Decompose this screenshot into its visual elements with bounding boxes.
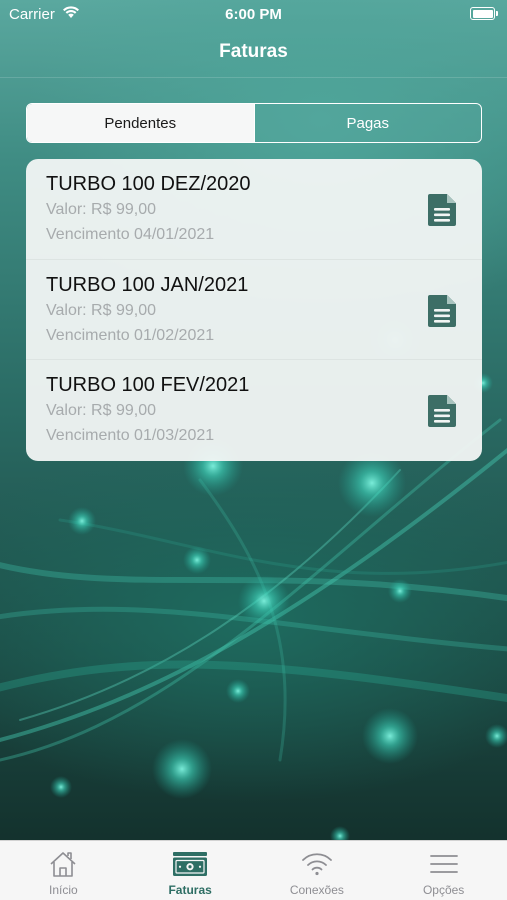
invoice-name: TURBO 100 FEV/2021 <box>46 374 250 397</box>
tab-opcoes[interactable]: Opções <box>380 841 507 900</box>
invoice-name: TURBO 100 JAN/2021 <box>46 273 249 296</box>
page-title: Faturas <box>219 41 288 62</box>
invoice-value: Valor: R$ 99,00 <box>46 402 156 420</box>
clock-time: 6:00 PM <box>225 6 282 23</box>
invoice-value: Valor: R$ 99,00 <box>46 201 156 218</box>
segment-pendentes[interactable]: Pendentes <box>27 104 254 142</box>
invoice-due-date: Vencimento 04/01/2021 <box>46 226 215 243</box>
tab-label: Conexões <box>289 883 344 897</box>
home-icon <box>49 849 77 879</box>
document-icon[interactable] <box>428 194 456 226</box>
segment-pagas[interactable]: Pagas <box>253 104 481 142</box>
invoice-due-date: Vencimento 01/02/2021 <box>46 326 215 344</box>
tab-inicio[interactable]: Início <box>0 841 127 900</box>
menu-icon <box>429 849 459 879</box>
money-icon <box>173 849 208 879</box>
invoice-list: TURBO 100 DEZ/2020 Valor: R$ 99,00 Venci… <box>26 159 482 461</box>
invoice-due-date: Vencimento 01/03/2021 <box>46 427 215 445</box>
invoice-row[interactable]: TURBO 100 FEV/2021 Valor: R$ 99,00 Venci… <box>26 360 482 461</box>
tab-bar: Início Faturas Conexões Opções <box>0 840 507 900</box>
tab-conexoes[interactable]: Conexões <box>254 841 381 900</box>
invoice-value: Valor: R$ 99,00 <box>46 301 156 319</box>
tab-label: Início <box>49 883 78 897</box>
status-bar: Carrier 6:00 PM <box>0 0 507 28</box>
tab-label: Opções <box>422 883 465 897</box>
invoice-name: TURBO 100 DEZ/2020 <box>46 173 251 195</box>
document-icon[interactable] <box>428 395 456 428</box>
battery-icon <box>470 7 498 20</box>
tab-label: Faturas <box>168 883 212 897</box>
invoice-row[interactable]: TURBO 100 JAN/2021 Valor: R$ 99,00 Venci… <box>26 260 482 361</box>
tab-faturas[interactable]: Faturas <box>127 841 254 900</box>
invoice-row[interactable]: TURBO 100 DEZ/2020 Valor: R$ 99,00 Venci… <box>26 159 482 260</box>
navigation-bar: Faturas <box>0 28 507 78</box>
status-segmented-control: Pendentes Pagas <box>26 103 482 143</box>
document-icon[interactable] <box>428 294 456 327</box>
wifi-icon <box>301 849 333 879</box>
